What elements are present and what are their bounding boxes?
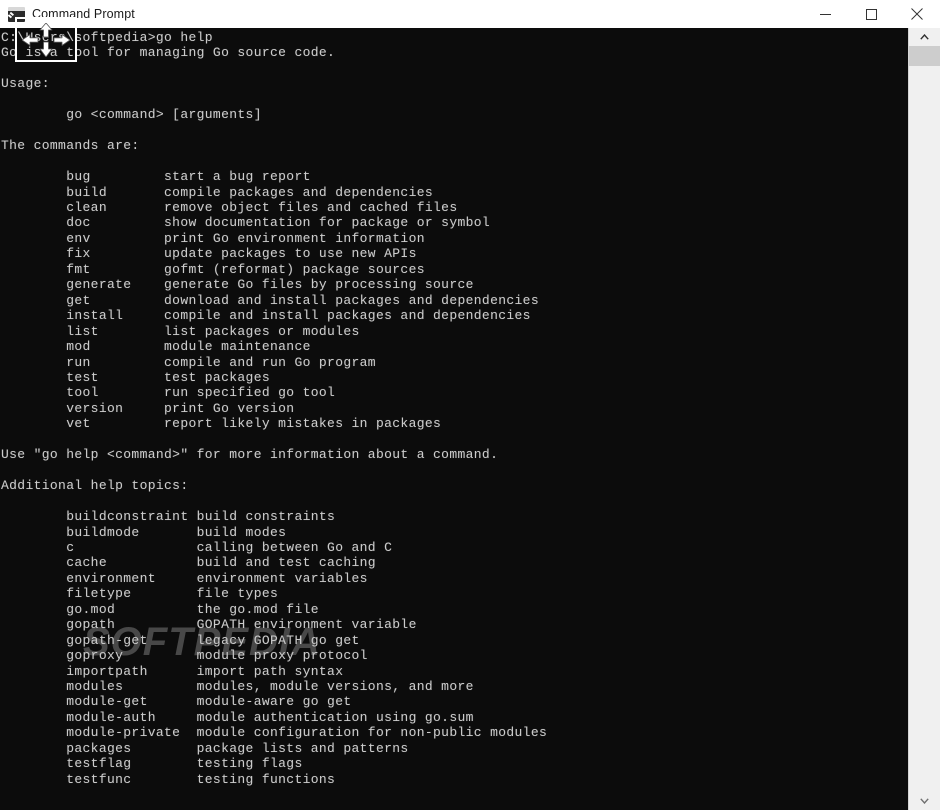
maximize-button[interactable] (848, 0, 894, 28)
window-title: Command Prompt (32, 7, 135, 21)
console-text: C:\Users\softpedia>go help Go is a tool … (1, 30, 548, 787)
chevron-down-icon (920, 798, 929, 804)
titlebar[interactable]: Command Prompt (0, 0, 940, 28)
window-controls (802, 0, 940, 28)
scrollbar-thumb[interactable] (909, 46, 940, 66)
vertical-scrollbar[interactable] (908, 28, 940, 810)
command-prompt-icon (8, 6, 25, 22)
maximize-icon (865, 8, 877, 20)
console-output-area[interactable]: C:\Users\softpedia>go help Go is a tool … (0, 28, 908, 810)
command-prompt-window: Command Prompt C:\Users\softpedia>go hel… (0, 0, 940, 810)
minimize-button[interactable] (802, 0, 848, 28)
close-button[interactable] (894, 0, 940, 28)
scroll-down-button[interactable] (909, 792, 940, 810)
console-inner: C:\Users\softpedia>go help Go is a tool … (0, 28, 908, 787)
minimize-icon (819, 13, 831, 15)
close-icon (911, 8, 923, 20)
scroll-up-button[interactable] (909, 28, 940, 46)
chevron-up-icon (920, 34, 929, 40)
scrollbar-track[interactable] (909, 46, 940, 792)
